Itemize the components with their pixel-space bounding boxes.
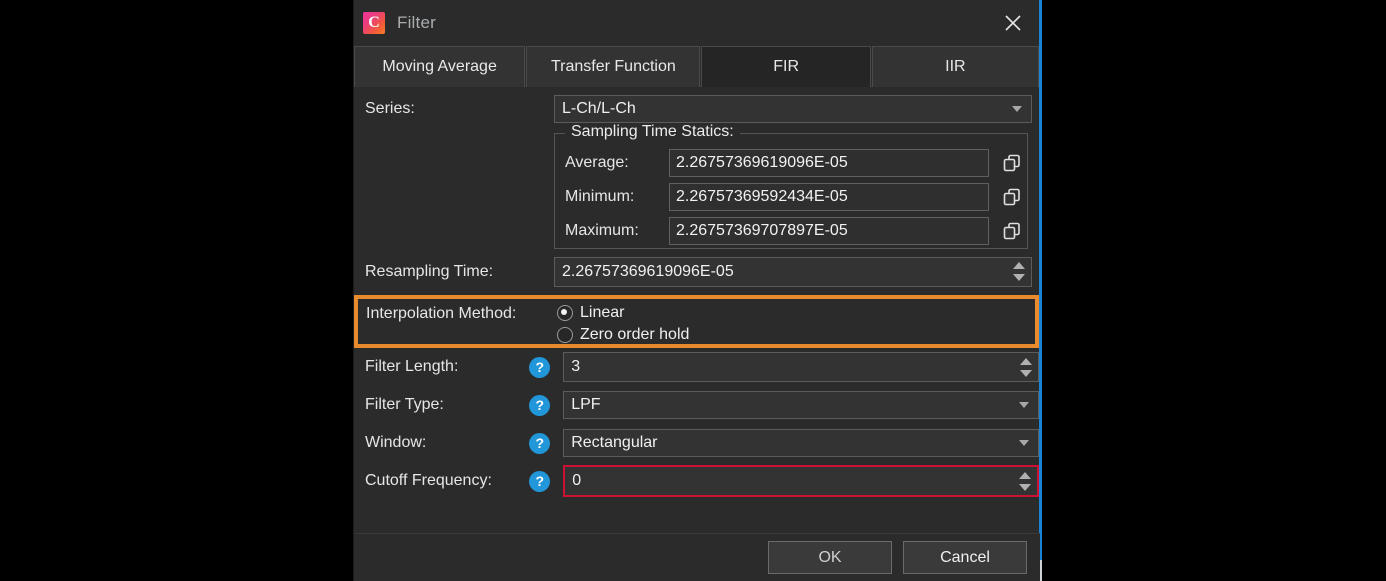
radio-label-linear: Linear [580,304,625,321]
stepper-down-icon[interactable] [1012,274,1025,281]
cutoff-frequency-value: 0 [572,472,582,489]
tab-moving-average[interactable]: Moving Average [354,46,526,87]
resampling-time-label: Resampling Time: [365,262,494,280]
filter-type-value: LPF [571,396,601,413]
radio-icon-zero-order-hold[interactable] [557,327,573,343]
radio-icon-linear[interactable] [557,305,573,321]
interpolation-method-row: Interpolation Method: Linear Zero order … [354,295,1039,348]
series-label: Series: [365,100,415,117]
filter-length-stepper[interactable]: 3 [563,352,1039,382]
table-row: Average: 2.26757369619096E-05 [555,146,1027,180]
radio-option-linear[interactable]: Linear [557,303,689,323]
desktop-backdrop: Filter Moving Average Transfer Function … [0,0,1386,581]
stepper-buttons[interactable] [1016,467,1033,495]
cutoff-frequency-label: Cutoff Frequency: [365,472,492,489]
resampling-time-row: Resampling Time: 2.26757369619096E-05 [354,253,1039,290]
dialog-title: Filter [397,13,436,32]
window-label: Window: [365,434,427,451]
filter-length-label: Filter Length: [365,358,459,375]
stepper-down-icon[interactable] [1018,483,1031,491]
average-value: 2.26757369619096E-05 [669,149,989,177]
table-row: Maximum: 2.26757369707897E-05 [555,214,1027,248]
close-icon[interactable] [987,0,1039,46]
table-row: Minimum: 2.26757369592434E-05 [555,180,1027,214]
fir-form: Series: L-Ch/L-Ch Sampling Time Statics:… [354,87,1039,500]
series-value: L-Ch/L-Ch [562,100,636,117]
stepper-up-icon[interactable] [1012,262,1025,269]
help-question-icon[interactable]: ? [529,356,551,378]
radio-option-zero-order-hold[interactable]: Zero order hold [557,325,689,345]
ok-button[interactable]: OK [768,541,892,574]
help-question-icon[interactable]: ? [529,432,551,454]
chevron-down-icon [1012,106,1022,112]
radio-label-zero-order-hold: Zero order hold [580,326,690,343]
stepper-up-icon[interactable] [1018,471,1031,479]
interpolation-method-radio-group: Linear Zero order hold [557,303,689,345]
cutoff-frequency-row: Cutoff Frequency: ? 0 [354,462,1039,500]
tab-iir[interactable]: IIR [871,46,1039,87]
stepper-buttons[interactable] [1017,353,1034,381]
filter-length-value: 3 [571,358,581,375]
tab-transfer-function[interactable]: Transfer Function [526,46,701,87]
chevron-down-icon [1019,402,1029,408]
stepper-up-icon[interactable] [1019,357,1032,365]
cancel-button[interactable]: Cancel [903,541,1027,574]
filter-length-row: Filter Length: ? 3 [354,348,1039,386]
dialog-titlebar: Filter [354,0,1039,46]
filter-tabs: Moving Average Transfer Function FIR IIR [354,46,1039,87]
maximum-label: Maximum: [565,222,639,239]
copy-icon[interactable] [1001,186,1023,208]
filter-type-label: Filter Type: [365,396,444,413]
help-question-icon[interactable]: ? [529,470,551,492]
cutoff-frequency-stepper[interactable]: 0 [563,465,1039,497]
average-label: Average: [565,154,629,171]
stepper-buttons[interactable] [1010,258,1027,286]
chevron-down-icon [1019,440,1029,446]
help-question-icon[interactable]: ? [529,394,551,416]
window-value: Rectangular [571,434,658,451]
window-select[interactable]: Rectangular [563,429,1039,457]
copy-icon[interactable] [1001,220,1023,242]
sampling-time-statics-group: Sampling Time Statics: Average: 2.267573… [554,123,1028,249]
filter-dialog: Filter Moving Average Transfer Function … [353,0,1040,581]
resampling-time-stepper[interactable]: 2.26757369619096E-05 [554,256,1032,287]
stepper-down-icon[interactable] [1019,369,1032,377]
minimum-label: Minimum: [565,188,635,205]
filter-type-row: Filter Type: ? LPF [354,386,1039,424]
series-select[interactable]: L-Ch/L-Ch [554,95,1032,123]
filter-type-select[interactable]: LPF [563,391,1039,419]
tab-fir[interactable]: FIR [701,46,871,87]
interpolation-method-label: Interpolation Method: [366,305,517,322]
app-logo-c-icon [363,12,385,34]
sampling-time-statics-label: Sampling Time Statics: [565,123,740,141]
copy-icon[interactable] [1001,152,1023,174]
resampling-time-value: 2.26757369619096E-05 [562,262,734,280]
maximum-value: 2.26757369707897E-05 [669,217,989,245]
window-row: Window: ? Rectangular [354,424,1039,462]
dialog-button-bar: OK Cancel [354,533,1040,581]
minimum-value: 2.26757369592434E-05 [669,183,989,211]
